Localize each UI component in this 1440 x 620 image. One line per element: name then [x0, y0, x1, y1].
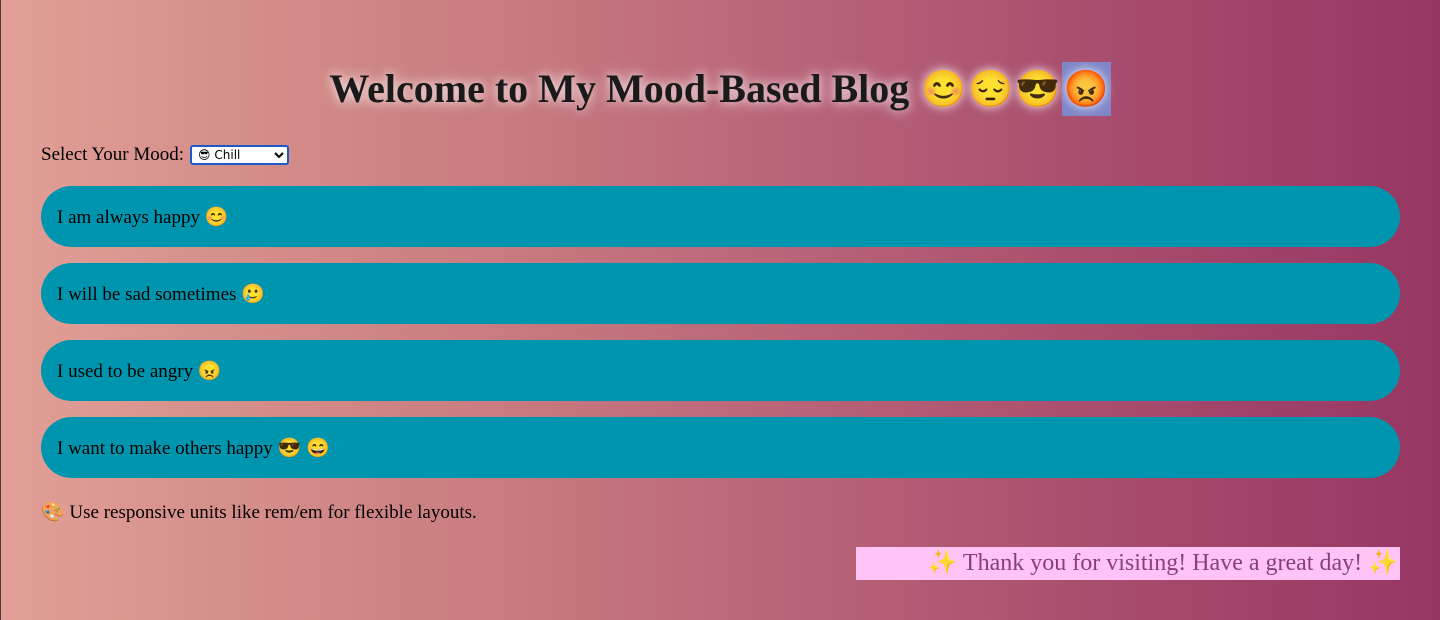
- thank-you-banner: ✨ Thank you for visiting! Have a great d…: [856, 547, 1400, 580]
- post-card: I want to make others happy 😎 😄: [41, 417, 1400, 478]
- post-text: I want to make others happy 😎 😄: [57, 437, 330, 459]
- cool-emoji-icon: 😎: [1014, 69, 1060, 109]
- post-card: I used to be angry 😠: [41, 340, 1400, 401]
- angry-emoji-icon: 😡: [1061, 62, 1111, 116]
- sad-emoji-icon: 😔: [968, 69, 1013, 109]
- posts-list: I am always happy 😊 I will be sad someti…: [41, 186, 1400, 494]
- mood-select[interactable]: 😎 Chill: [190, 145, 290, 165]
- mood-selector-row: Select Your Mood: 😎 Chill: [41, 143, 290, 167]
- post-text: I will be sad sometimes 🥲: [57, 283, 265, 305]
- post-text: I am always happy 😊: [57, 206, 229, 228]
- page-title-text: Welcome to My Mood-Based Blog: [329, 66, 910, 111]
- post-text: I used to be angry 😠: [57, 360, 222, 382]
- page-title: Welcome to My Mood-Based Blog 😊😔😎 😡: [0, 62, 1440, 116]
- tip-text: 🎨 Use responsive units like rem/em for f…: [41, 502, 477, 523]
- post-card: I will be sad sometimes 🥲: [41, 263, 1400, 324]
- mood-label: Select Your Mood:: [41, 144, 185, 165]
- post-card: I am always happy 😊: [41, 186, 1400, 247]
- happy-emoji-icon: 😊: [921, 69, 967, 109]
